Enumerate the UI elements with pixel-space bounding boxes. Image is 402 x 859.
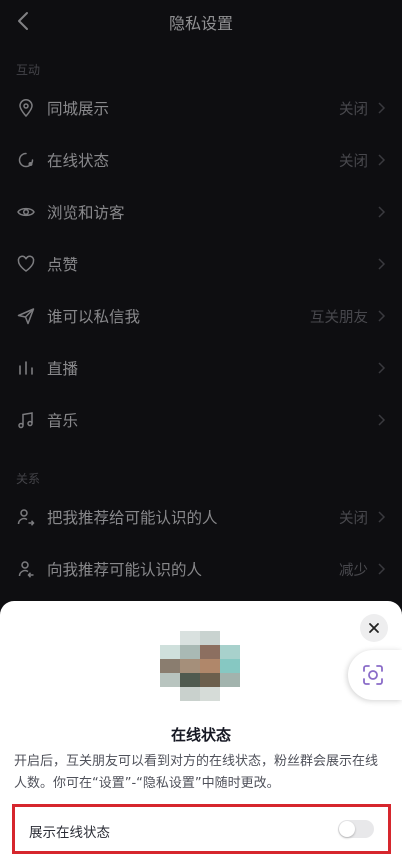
sheet-title: 在线状态 [170, 726, 231, 744]
scan-face-icon [363, 665, 383, 685]
close-button[interactable] [360, 614, 388, 642]
sheet-description: 开启后，互关朋友可以看到对方的在线状态，粉丝群会展示在线人数。你可在“设置”-“… [14, 754, 379, 791]
floating-scan-button[interactable] [348, 650, 402, 700]
avatar [160, 631, 240, 701]
close-icon [369, 623, 379, 633]
show-online-status-row: 展示在线状态 [12, 804, 391, 854]
online-status-toggle[interactable] [338, 820, 374, 838]
toggle-label: 展示在线状态 [29, 825, 110, 841]
toggle-knob [339, 821, 355, 837]
